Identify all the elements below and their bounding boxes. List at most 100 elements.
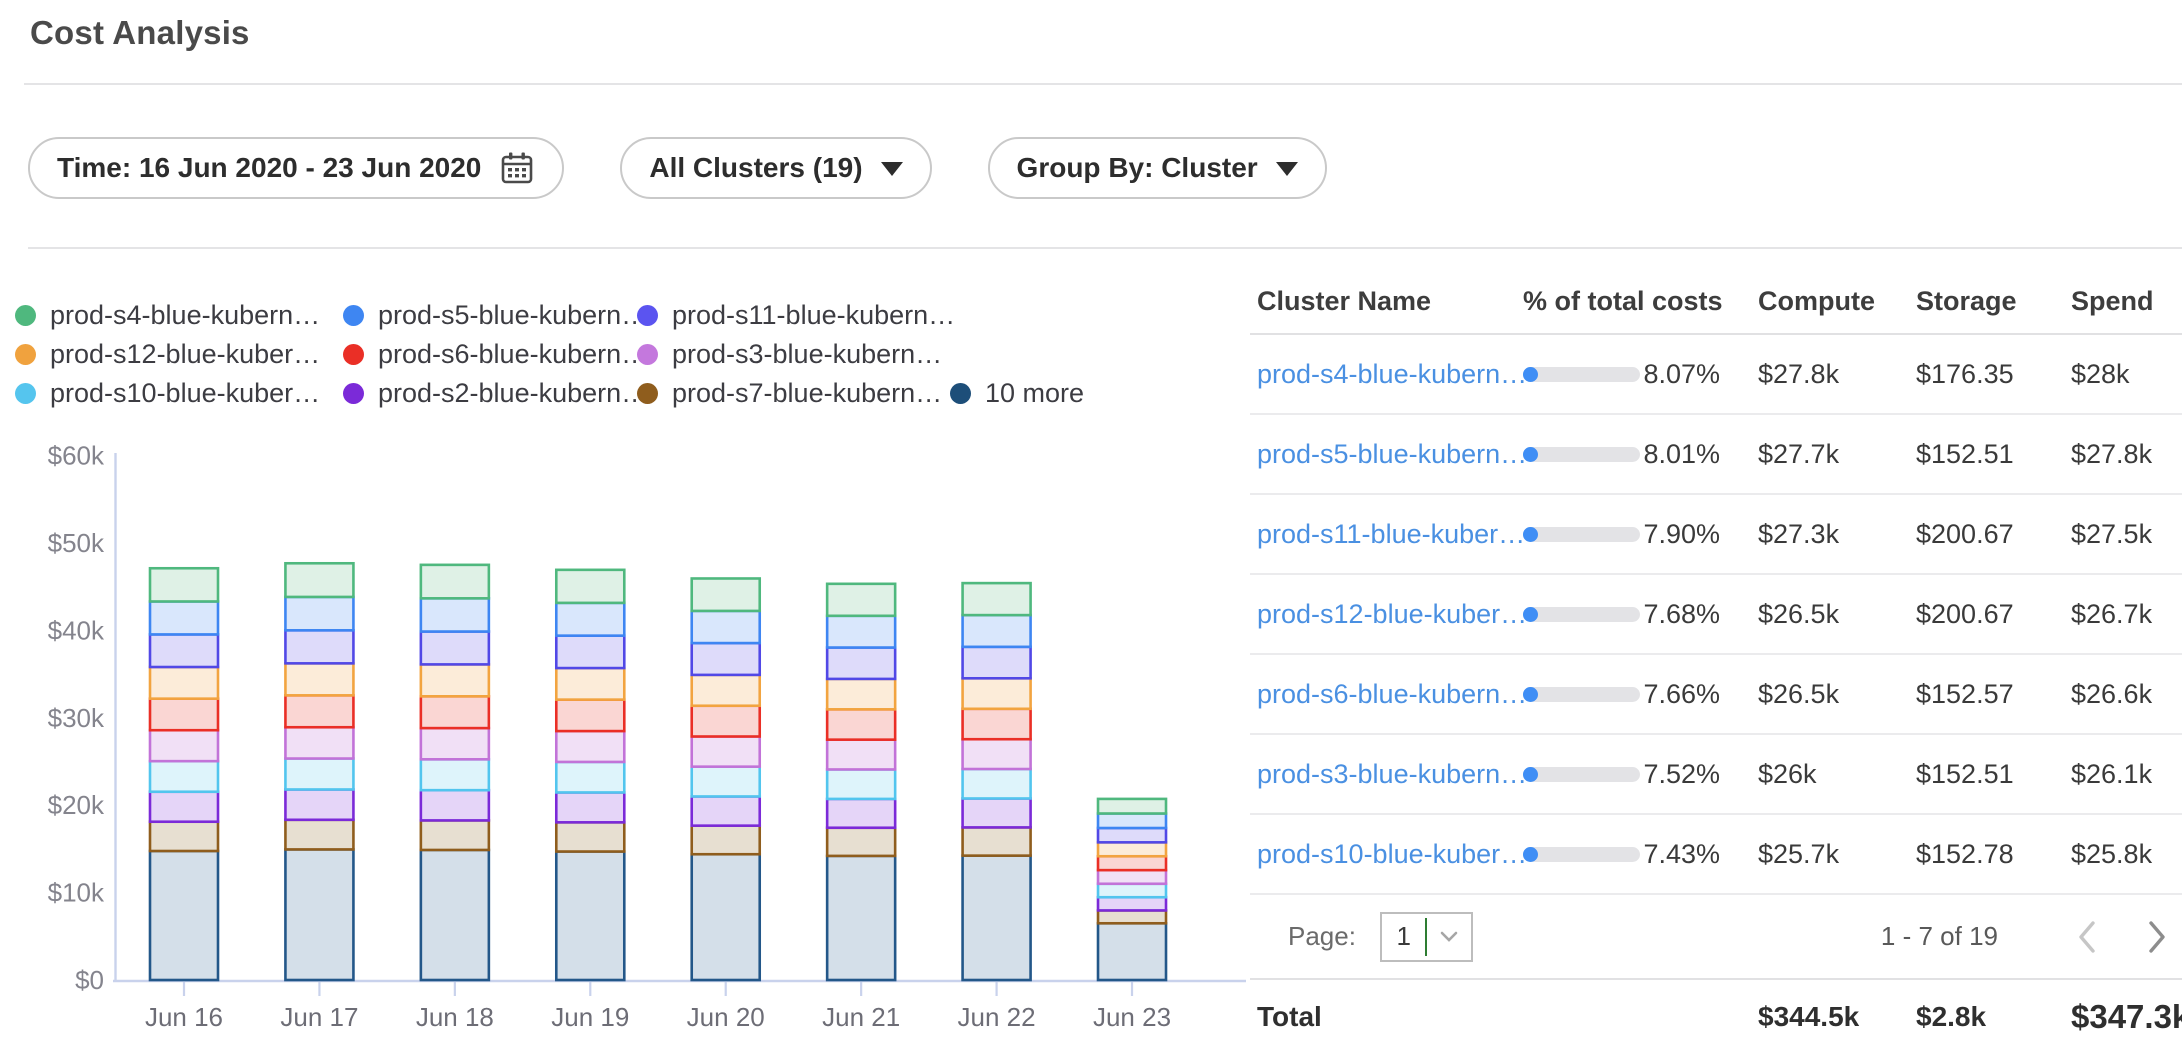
bar-segment xyxy=(556,762,624,793)
x-axis-tick-label: Jun 23 xyxy=(1093,1002,1171,1032)
bar-segment xyxy=(963,678,1031,709)
legend-label: prod-s2-blue-kubern… xyxy=(378,378,648,409)
pct-value: 7.66% xyxy=(1640,679,1720,710)
legend-label: prod-s3-blue-kubern… xyxy=(672,339,942,370)
storage-value: $152.51 xyxy=(1916,759,2071,790)
next-page-chevron-icon[interactable] xyxy=(2146,919,2168,955)
bar-segment xyxy=(285,820,353,850)
bar-segment xyxy=(285,695,353,727)
cluster-name-link[interactable]: prod-s6-blue-kubern… xyxy=(1257,679,1527,709)
bar-segment xyxy=(827,740,895,770)
chevron-down-icon xyxy=(1427,931,1471,943)
bar-segment xyxy=(827,616,895,648)
table-total-row: Total $344.5k $2.8k $347.3k xyxy=(1250,980,2182,1052)
compute-value: $26k xyxy=(1758,759,1916,790)
pct-of-total-cell: 8.07% xyxy=(1523,359,1758,390)
legend-label: prod-s10-blue-kuber… xyxy=(50,378,320,409)
pct-of-total-cell: 7.90% xyxy=(1523,519,1758,550)
bar-segment xyxy=(827,648,895,679)
bar-segment xyxy=(692,826,760,855)
cluster-cost-table: Cluster Name % of total costs Compute St… xyxy=(1250,270,2182,1052)
clusters-filter-label: All Clusters (19) xyxy=(649,152,862,184)
chevron-down-icon xyxy=(1276,162,1298,176)
table-row: prod-s3-blue-kubern…7.52%$26k$152.51$26.… xyxy=(1250,735,2182,815)
cluster-name-link[interactable]: prod-s4-blue-kubern… xyxy=(1257,359,1527,389)
bar-segment xyxy=(150,601,218,634)
bar-segment xyxy=(963,769,1031,798)
legend-label: prod-s6-blue-kubern… xyxy=(378,339,648,370)
bar-segment xyxy=(1098,923,1166,980)
bar-segment xyxy=(692,643,760,675)
page-select[interactable]: 1 xyxy=(1380,912,1473,962)
page-title: Cost Analysis xyxy=(30,14,250,52)
legend-item[interactable]: prod-s3-blue-kubern… xyxy=(637,339,950,370)
x-axis-tick-label: Jun 20 xyxy=(687,1002,765,1032)
chevron-down-icon xyxy=(881,162,903,176)
legend-label: prod-s11-blue-kubern… xyxy=(672,300,955,331)
legend-item[interactable]: prod-s4-blue-kubern… xyxy=(15,300,343,331)
cluster-name-link[interactable]: prod-s5-blue-kubern… xyxy=(1257,439,1527,469)
legend-item[interactable]: prod-s12-blue-kuber… xyxy=(15,339,343,370)
bar-segment xyxy=(692,611,760,643)
bar-segment xyxy=(827,679,895,709)
bar-segment xyxy=(963,647,1031,678)
y-axis-tick-label: $50k xyxy=(48,528,105,558)
pct-value: 8.07% xyxy=(1640,359,1720,390)
cluster-name-link[interactable]: prod-s10-blue-kuber… xyxy=(1257,839,1527,869)
bar-segment xyxy=(150,822,218,851)
bar-segment xyxy=(421,696,489,728)
legend-item[interactable]: prod-s11-blue-kubern… xyxy=(637,300,950,331)
bar-segment xyxy=(1098,910,1166,923)
legend-item[interactable]: prod-s5-blue-kubern… xyxy=(343,300,637,331)
legend-item[interactable]: prod-s7-blue-kubern… xyxy=(637,378,950,409)
pagination-range: 1 - 7 of 19 xyxy=(1881,921,1998,952)
x-axis-tick-label: Jun 21 xyxy=(822,1002,900,1032)
bar-segment xyxy=(556,668,624,700)
legend-dot-icon xyxy=(950,383,971,404)
bar-segment xyxy=(556,792,624,822)
storage-value: $152.57 xyxy=(1916,679,2071,710)
pct-value: 7.90% xyxy=(1640,519,1720,550)
legend-item[interactable]: prod-s2-blue-kubern… xyxy=(343,378,637,409)
total-spend: $347.3k xyxy=(2071,998,2175,1036)
spend-value: $27.8k xyxy=(2071,439,2175,470)
cost-bar-chart: $0$10k$20k$30k$40k$50k$60kJun 16Jun 17Ju… xyxy=(0,445,1250,1052)
bar-segment xyxy=(827,828,895,856)
legend-dot-icon xyxy=(343,344,364,365)
legend-label: 10 more xyxy=(985,378,1084,409)
bar-segment xyxy=(963,856,1031,980)
cluster-name-link[interactable]: prod-s12-blue-kuber… xyxy=(1257,599,1527,629)
compute-value: $27.3k xyxy=(1758,519,1916,550)
bar-segment xyxy=(285,849,353,980)
bar-segment xyxy=(150,568,218,601)
bar-segment xyxy=(556,603,624,636)
legend-item[interactable]: prod-s10-blue-kuber… xyxy=(15,378,343,409)
clusters-filter-dropdown[interactable]: All Clusters (19) xyxy=(620,137,931,199)
x-axis-tick-label: Jun 17 xyxy=(280,1002,358,1032)
y-axis-tick-label: $0 xyxy=(75,965,104,995)
bar-segment xyxy=(827,709,895,739)
group-by-dropdown[interactable]: Group By: Cluster xyxy=(988,137,1327,199)
cluster-name-link[interactable]: prod-s3-blue-kubern… xyxy=(1257,759,1527,789)
bar-segment xyxy=(421,565,489,598)
col-header-pct-of-total: % of total costs xyxy=(1523,286,1758,317)
col-header-compute: Compute xyxy=(1758,286,1916,317)
storage-value: $200.67 xyxy=(1916,599,2071,630)
bar-segment xyxy=(1098,828,1166,842)
pct-value: 7.68% xyxy=(1640,599,1720,630)
pct-progress-bar xyxy=(1523,687,1640,702)
y-axis-tick-label: $10k xyxy=(48,878,105,908)
x-axis-tick-label: Jun 18 xyxy=(416,1002,494,1032)
legend-dot-icon xyxy=(15,383,36,404)
cluster-name-link[interactable]: prod-s11-blue-kuber… xyxy=(1257,519,1525,549)
total-compute: $344.5k xyxy=(1758,1001,1916,1033)
bar-segment xyxy=(150,761,218,792)
prev-page-chevron-icon[interactable] xyxy=(2076,919,2098,955)
bar-segment xyxy=(150,699,218,731)
group-by-label: Group By: Cluster xyxy=(1017,152,1258,184)
bar-segment xyxy=(285,663,353,695)
time-range-filter[interactable]: Time: 16 Jun 2020 - 23 Jun 2020 xyxy=(28,137,564,199)
legend-item[interactable]: prod-s6-blue-kubern… xyxy=(343,339,637,370)
bar-segment xyxy=(827,769,895,798)
legend-item[interactable]: 10 more xyxy=(950,378,1084,409)
